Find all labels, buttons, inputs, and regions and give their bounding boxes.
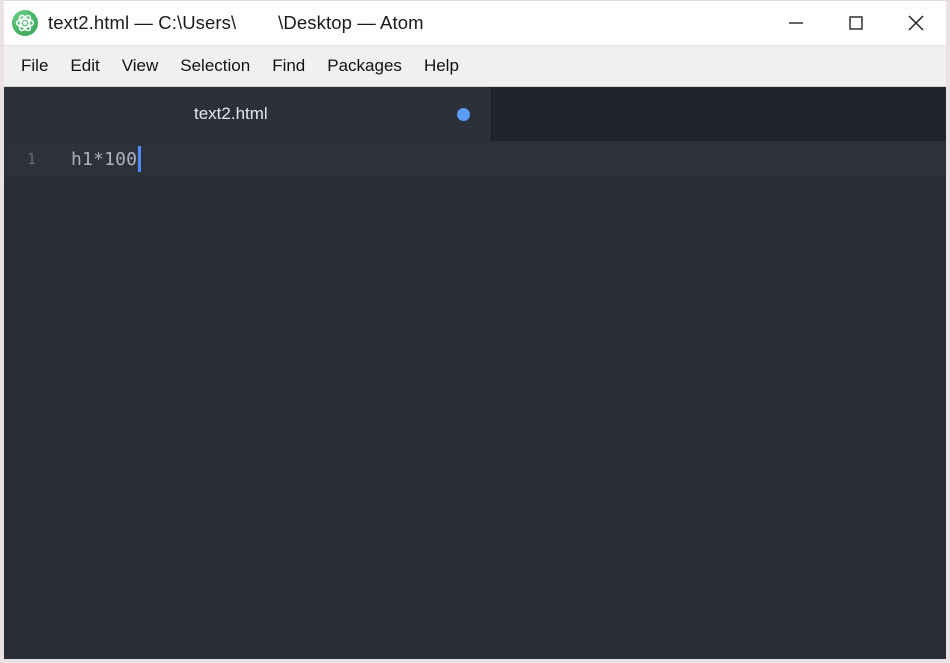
code-editor[interactable]: 1 h1*100 (4, 141, 946, 659)
menu-item-edit[interactable]: Edit (59, 52, 110, 80)
menu-item-file[interactable]: File (10, 52, 59, 80)
tab-title: text2.html (194, 104, 268, 123)
line-content-1[interactable]: h1*100 (50, 146, 142, 172)
title-bar: text2.html — C:\Users\ \Desktop — Atom (4, 1, 946, 46)
window-controls (766, 1, 946, 45)
minimize-button[interactable] (766, 1, 826, 45)
atom-window: text2.html — C:\Users\ \Desktop — Atom F… (0, 0, 950, 663)
tab-modified-indicator-icon[interactable] (457, 107, 470, 121)
text-cursor (138, 146, 142, 172)
menu-bar: File Edit View Selection Find Packages H… (4, 46, 946, 87)
menu-item-packages[interactable]: Packages (316, 52, 413, 80)
atom-logo-icon (12, 10, 38, 36)
menu-item-view[interactable]: View (111, 52, 170, 80)
menu-item-selection[interactable]: Selection (169, 52, 261, 80)
window-title: text2.html — C:\Users\ \Desktop — Atom (48, 12, 424, 33)
editor-line-1[interactable]: 1 h1*100 (4, 141, 946, 177)
menu-item-find[interactable]: Find (261, 52, 316, 80)
line-number-1: 1 (26, 150, 36, 168)
maximize-button[interactable] (826, 1, 886, 45)
tab-bar: text2.html (4, 87, 946, 141)
line-text: h1*100 (71, 148, 138, 170)
close-button[interactable] (886, 1, 946, 45)
menu-item-help[interactable]: Help (413, 52, 470, 80)
tab-text2-html[interactable]: text2.html (4, 87, 492, 141)
tab-bar-empty-area (492, 87, 946, 141)
